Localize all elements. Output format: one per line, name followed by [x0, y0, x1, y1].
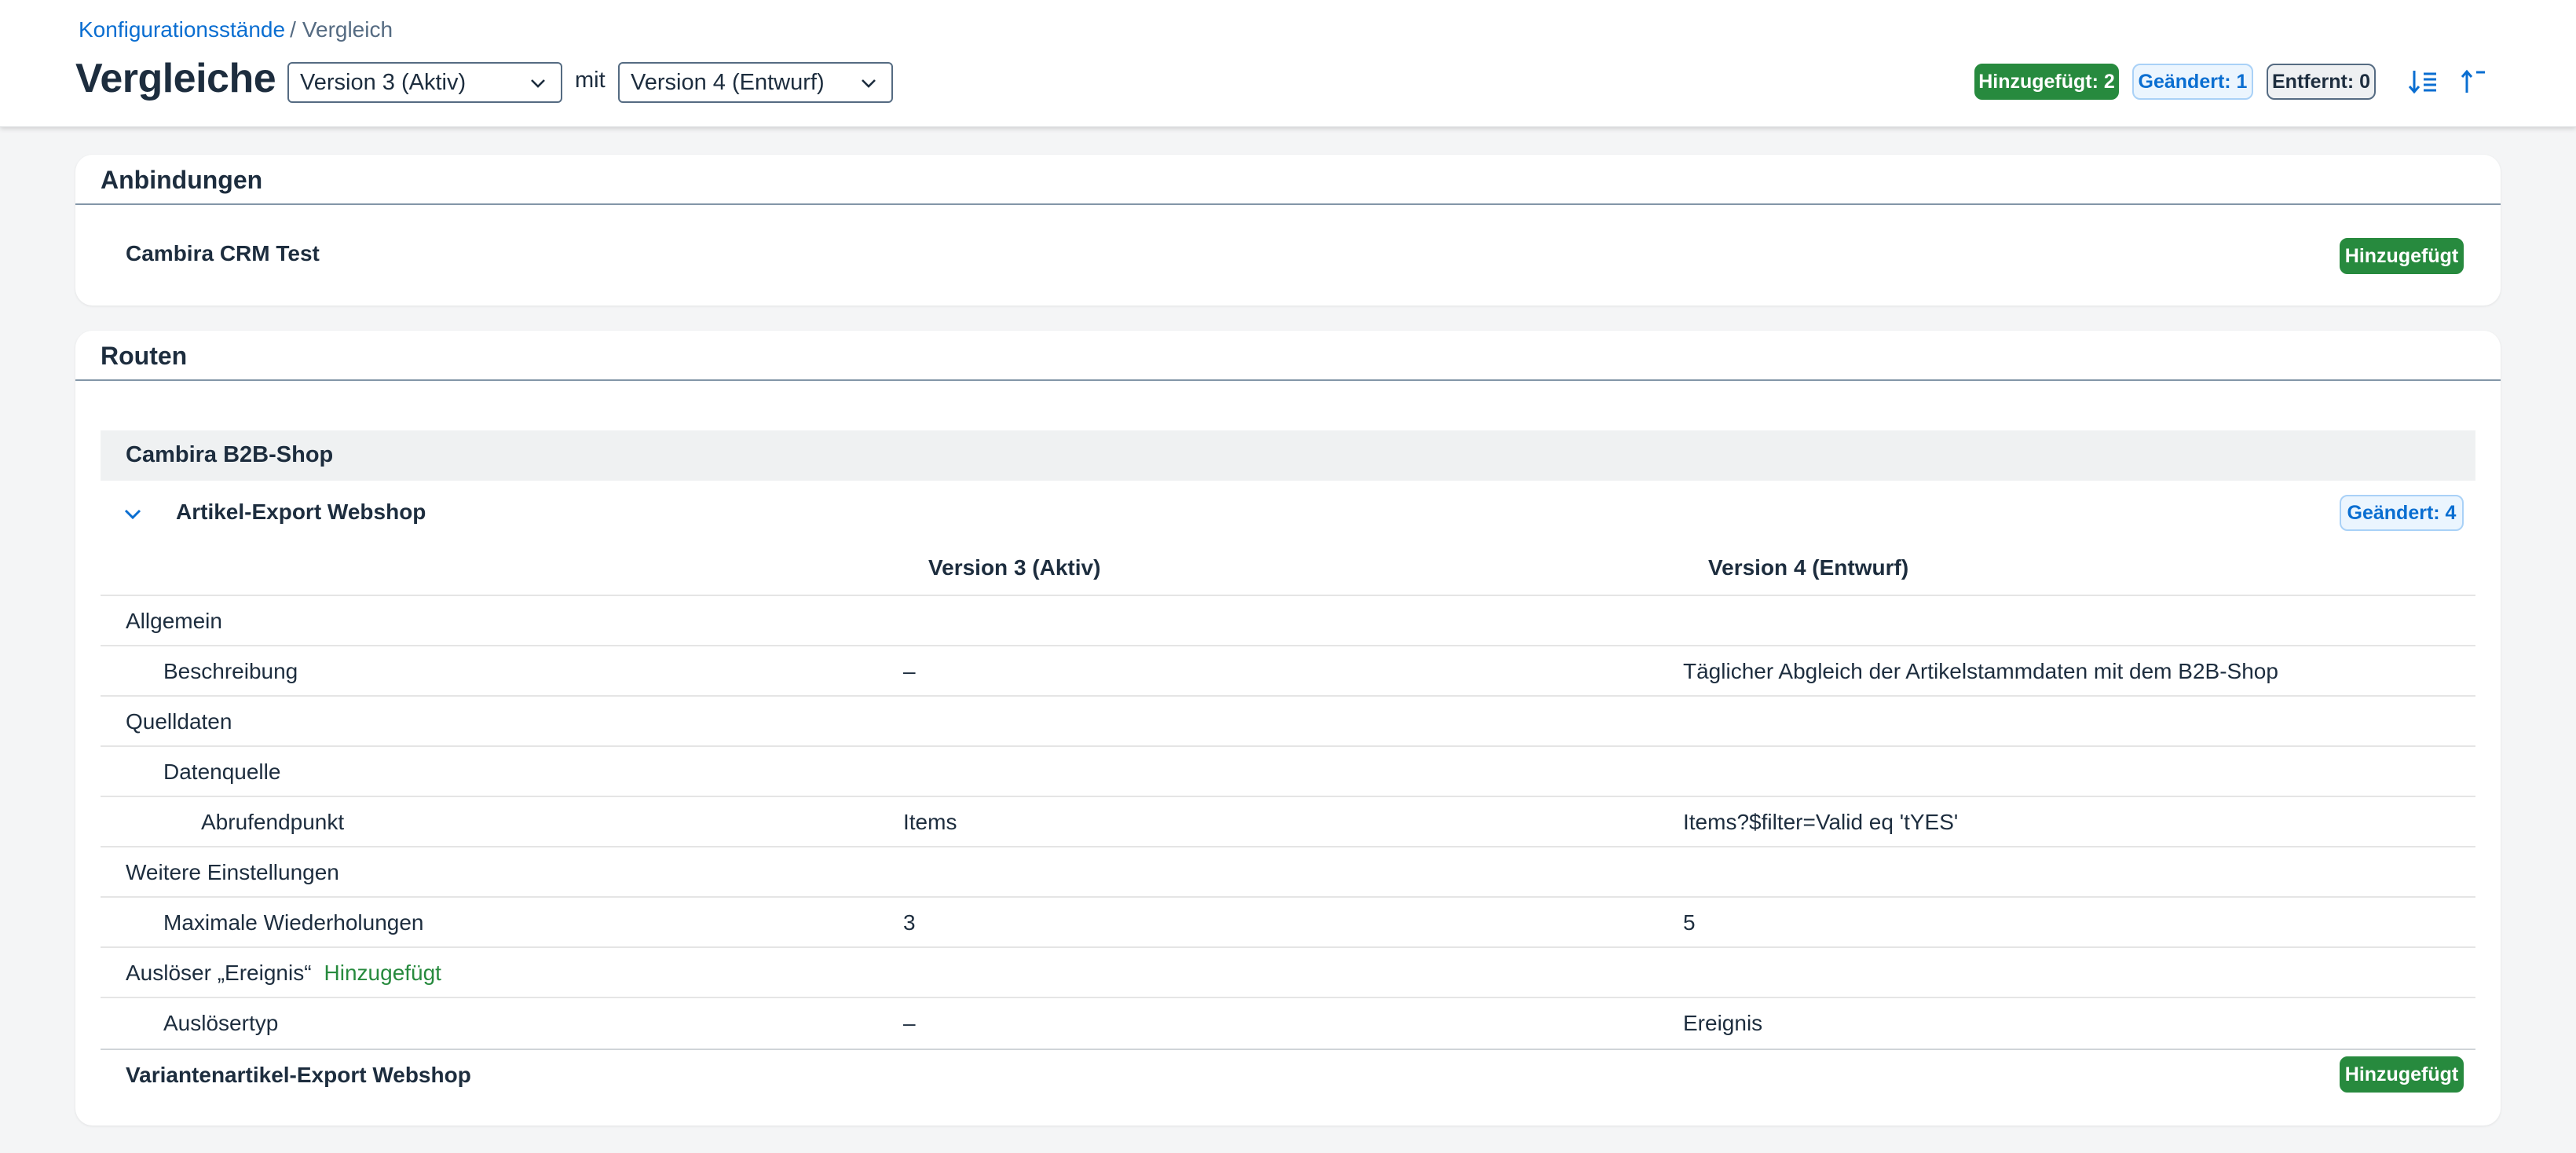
route-group-label: Cambira B2B-Shop	[126, 442, 334, 467]
summary-removed-badge: Entfernt: 0	[2267, 64, 2376, 100]
routen-panel: Routen Cambira B2B-Shop Artikel-Export W…	[75, 331, 2501, 1126]
row-left-value: –	[903, 659, 916, 683]
row-right-value: Items?$filter=Valid eq 'tYES'	[1683, 810, 1959, 834]
sort-ascending-icon	[2408, 71, 2436, 94]
diff-row: Abrufendpunkt Items Items?$filter=Valid …	[101, 796, 2475, 846]
chevron-down-icon	[531, 79, 545, 88]
route-row-variantenartikel-export[interactable]: Variantenartikel-Export Webshop Hinzugef…	[101, 1049, 2475, 1104]
row-left-value: –	[903, 1011, 916, 1035]
compare-joiner: mit	[575, 68, 606, 93]
route-row-artikel-export[interactable]: Artikel-Export Webshop Geändert: 4	[101, 481, 2475, 553]
summary-added-badge: Hinzugefügt: 2	[1974, 64, 2119, 100]
route-group-header: Cambira B2B-Shop	[101, 430, 2475, 481]
diff-row: Auslösertyp – Ereignis	[101, 997, 2475, 1047]
anbindung-status-badge: Hinzugefügt	[2340, 238, 2464, 274]
anbindungen-title: Anbindungen	[101, 166, 263, 194]
chevron-down-icon[interactable]	[121, 503, 145, 526]
left-version-value: Version 3 (Aktiv)	[300, 70, 467, 95]
chevron-down-icon	[862, 79, 876, 88]
section-divider	[75, 379, 2501, 381]
diff-row: Allgemein	[101, 595, 2475, 645]
collapse-all-icon	[2461, 69, 2485, 93]
row-left-value: Items	[903, 810, 957, 834]
diff-row: Quelldaten	[101, 695, 2475, 745]
row-right-value: Ereignis	[1683, 1011, 1763, 1035]
row-label: Beschreibung	[163, 659, 298, 683]
row-left-value: 3	[903, 910, 916, 935]
row-label-text: Auslöser „Ereignis“	[126, 961, 312, 985]
row-label: Auslöser „Ereignis“ Hinzugefügt	[101, 961, 441, 986]
row-label: Allgemein	[126, 609, 222, 633]
other-route-name: Variantenartikel-Export Webshop	[126, 1063, 471, 1087]
row-added-tag: Hinzugefügt	[324, 961, 441, 985]
right-version-select[interactable]: Version 4 (Entwurf)	[618, 62, 893, 103]
diff-row: Weitere Einstellungen	[101, 846, 2475, 896]
anbindung-item-name: Cambira CRM Test	[126, 241, 320, 265]
column-header-right-version: Version 4 (Entwurf)	[1708, 555, 1909, 580]
page-header: Konfigurationsstände / Vergleich Vergleich…	[0, 0, 2576, 127]
anbindungen-panel: Anbindungen Cambira CRM Test Hinzugefügt	[75, 155, 2501, 306]
breadcrumb-separator: /	[290, 17, 296, 42]
right-version-value: Version 4 (Entwurf)	[631, 70, 825, 95]
breadcrumb-current: Vergleich	[302, 17, 393, 42]
sort-button[interactable]	[2406, 64, 2444, 99]
breadcrumb: Konfigurationsstände / Vergleich	[79, 17, 393, 42]
row-label: Maximale Wiederholungen	[163, 910, 424, 935]
routen-title: Routen	[101, 342, 188, 370]
row-label: Weitere Einstellungen	[126, 860, 339, 884]
row-label: Auslösertyp	[163, 1011, 279, 1035]
row-right-value: Täglicher Abgleich der Artikelstammdaten…	[1683, 659, 2278, 683]
row-label: Datenquelle	[163, 760, 281, 784]
route-status-badge: Geändert: 4	[2340, 495, 2464, 531]
breadcrumb-link-konfigurationsstaende[interactable]: Konfigurationsstände	[79, 17, 285, 42]
diff-row: Datenquelle	[101, 745, 2475, 796]
diff-row: Beschreibung – Täglicher Abgleich der Ar…	[101, 645, 2475, 695]
row-label: Abrufendpunkt	[201, 810, 345, 834]
other-route-status-badge: Hinzugefügt	[2340, 1056, 2464, 1093]
diff-row: Maximale Wiederholungen 3 5	[101, 896, 2475, 946]
summary-changed-badge: Geändert: 1	[2132, 64, 2253, 100]
row-label: Quelldaten	[126, 709, 232, 734]
column-header-left-version: Version 3 (Aktiv)	[928, 555, 1101, 580]
collapse-all-button[interactable]	[2457, 64, 2494, 99]
diff-row: Auslöser „Ereignis“ Hinzugefügt	[101, 946, 2475, 997]
section-divider	[75, 203, 2501, 205]
row-right-value: 5	[1683, 910, 1696, 935]
page-title: Vergleiche	[75, 56, 276, 101]
left-version-select[interactable]: Version 3 (Aktiv)	[287, 62, 562, 103]
route-name: Artikel-Export Webshop	[176, 500, 426, 524]
